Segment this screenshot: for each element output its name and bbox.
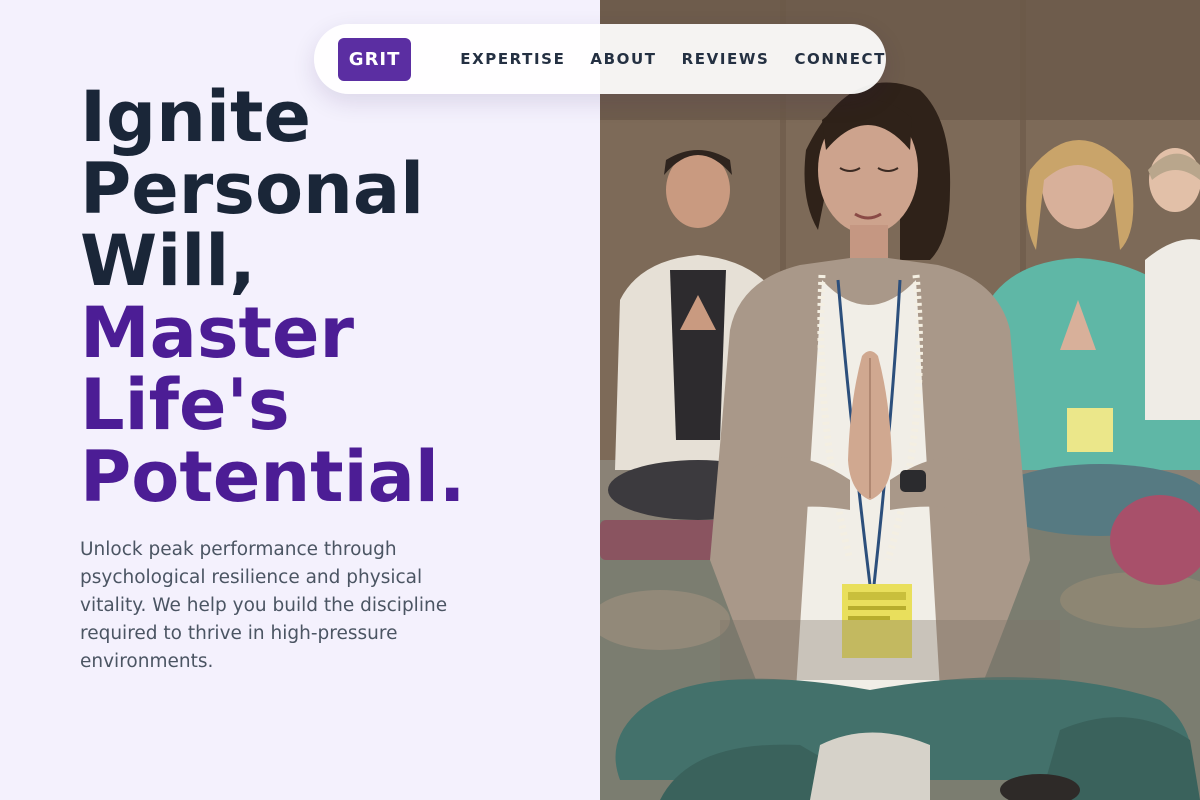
headline-accent-line: Life's: [80, 364, 290, 446]
headline-accent-line: Potential.: [80, 436, 466, 518]
brand-logo-button[interactable]: GRIT: [338, 37, 412, 81]
nav-link-expertise[interactable]: EXPERTISE: [460, 50, 565, 68]
nav-link-reviews[interactable]: REVIEWS: [682, 50, 770, 68]
headline-line: Personal: [80, 148, 425, 230]
meditation-photo-illustration: [600, 0, 1200, 800]
hero-image: [600, 0, 1200, 800]
hero-description: Unlock peak performance through psycholo…: [80, 539, 448, 672]
hero-headline: Ignite Personal Will, Master Life's Pote…: [80, 81, 465, 513]
nav-link-about[interactable]: ABOUT: [590, 50, 656, 68]
nav-links: EXPERTISE ABOUT REVIEWS CONNECT: [460, 50, 886, 68]
top-nav: GRIT EXPERTISE ABOUT REVIEWS CONNECT: [314, 24, 886, 94]
nav-link-connect[interactable]: CONNECT: [794, 50, 886, 68]
landing-page: GRIT EXPERTISE ABOUT REVIEWS CONNECT Ign…: [0, 0, 1200, 800]
headline-line: Will,: [80, 220, 256, 302]
headline-accent-line: Master: [80, 292, 355, 374]
